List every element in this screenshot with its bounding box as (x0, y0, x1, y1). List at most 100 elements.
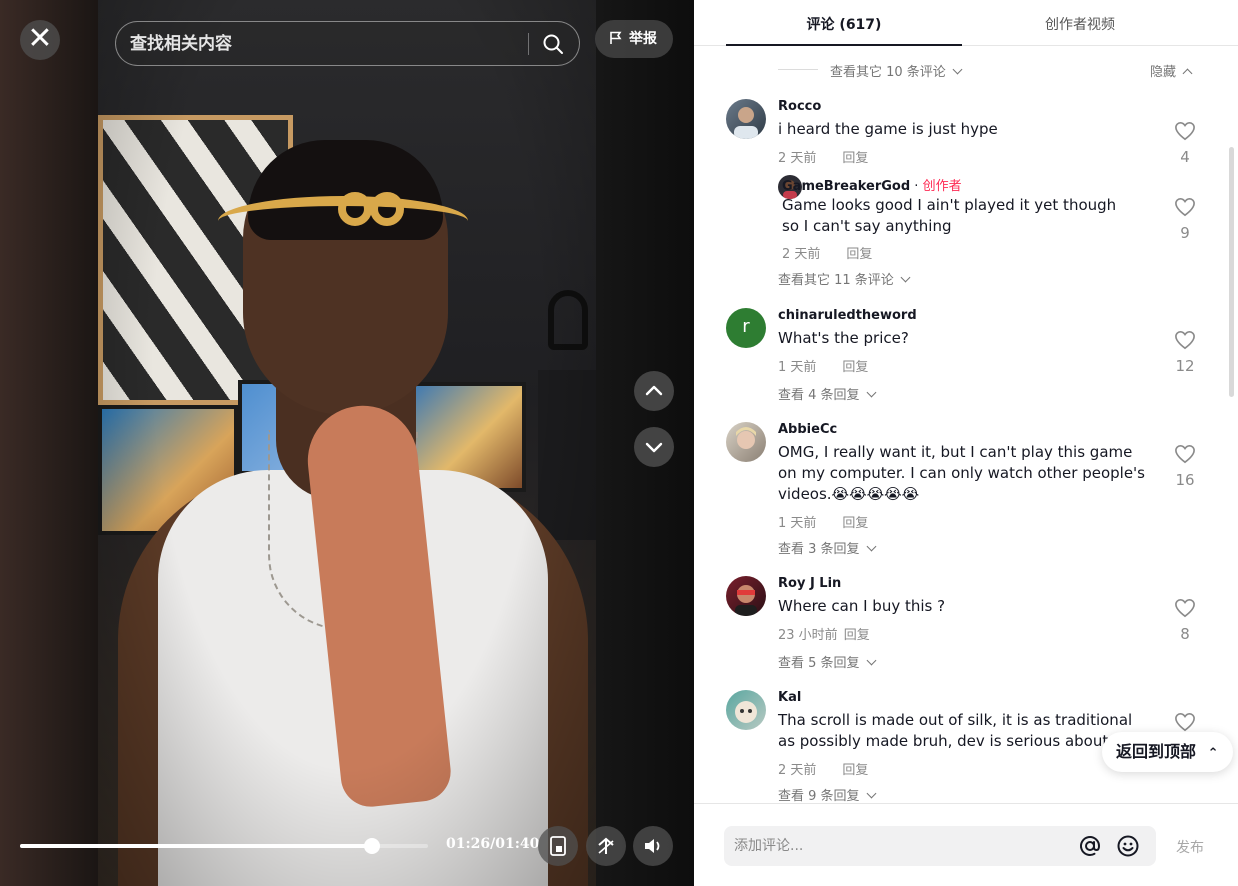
reply-time: 2 天前 (782, 247, 821, 262)
heart-icon (1175, 444, 1195, 464)
reply-button[interactable]: 回复 (846, 247, 872, 262)
comment-username[interactable]: Kal (778, 690, 801, 705)
close-button[interactable]: ✕ (20, 20, 60, 60)
view-replies-link[interactable]: 查看 3 条回复 (778, 538, 876, 557)
chevron-down-icon (866, 541, 876, 552)
creator-badge: 创作者 (922, 179, 962, 194)
like-count: 8 (1180, 625, 1190, 643)
comment-text: Tha scroll is made out of silk, it is as… (778, 711, 1141, 750)
comment-text: What's the price? (778, 329, 909, 347)
avatar[interactable] (726, 422, 766, 462)
volume-icon (645, 839, 660, 853)
comment-username[interactable]: AbbieCc (778, 422, 837, 437)
like-button[interactable]: 8 (1170, 598, 1200, 643)
previous-video-button[interactable] (634, 371, 674, 411)
tab-bar: 评论 (617) 创作者视频 (694, 0, 1238, 46)
chevron-down-icon (866, 655, 876, 666)
autoscroll-button[interactable] (586, 826, 626, 866)
reply-username[interactable]: GameBreakerGod · 创作者 (782, 175, 962, 194)
comment-time: 2 天前 (778, 151, 817, 166)
comment-time: 2 天前 (778, 763, 817, 778)
at-icon[interactable] (1078, 834, 1102, 858)
comment-input[interactable] (734, 826, 1064, 866)
view-replies-link[interactable]: 查看 4 条回复 (778, 384, 876, 403)
heart-icon (1175, 598, 1195, 618)
post-button[interactable]: 发布 (1176, 837, 1204, 857)
chevron-down-icon (952, 64, 963, 75)
like-count: 4 (1180, 148, 1190, 166)
comment-username[interactable]: Rocco (778, 99, 821, 114)
reply-button[interactable]: 回复 (842, 151, 868, 166)
hide-replies-link[interactable]: 隐藏 (1150, 61, 1193, 80)
comment-meta: 23 小时前 回复 (778, 624, 870, 643)
reply-text: Game looks good I ain't played it yet th… (782, 196, 1117, 235)
tab-comments[interactable]: 评论 (617) (726, 0, 962, 46)
heart-icon (1175, 712, 1195, 732)
like-button[interactable]: 4 (1170, 121, 1200, 166)
view-more-label: 查看其它 10 条评论 (830, 65, 946, 80)
comment-meta: 2 天前 回复 (778, 147, 868, 166)
comment-text: Where can I buy this ? (778, 597, 946, 615)
like-count: 9 (1180, 224, 1190, 242)
comment-time: 1 天前 (778, 516, 817, 531)
like-button[interactable]: 9 (1170, 197, 1200, 242)
chevron-up-icon (1182, 68, 1193, 79)
comment-input-box[interactable] (724, 826, 1156, 866)
miniplayer-button[interactable] (538, 826, 578, 866)
flag-icon (610, 31, 622, 44)
close-icon: ✕ (27, 21, 53, 56)
video-player[interactable]: ✕ 举报 01:26/01:40 (0, 0, 694, 886)
report-button[interactable]: 举报 (595, 20, 673, 58)
comments-list[interactable]: 查看其它 10 条评论 隐藏 Rocco i heard the game is… (694, 47, 1238, 803)
heart-icon (1175, 197, 1195, 217)
heart-icon (1175, 121, 1195, 141)
avatar[interactable]: r (726, 308, 766, 348)
avatar[interactable] (726, 690, 766, 730)
volume-button[interactable] (633, 826, 673, 866)
avatar[interactable] (726, 99, 766, 139)
reply-username-text: GameBreakerGod (782, 179, 911, 194)
reply-button[interactable]: 回复 (842, 360, 868, 375)
comment-username[interactable]: Roy J Lin (778, 576, 841, 591)
avatar[interactable] (726, 576, 766, 616)
heart-icon (1175, 330, 1195, 350)
comment-text: i heard the game is just hype (778, 120, 998, 138)
chevron-down-icon (645, 442, 663, 453)
view-more-label: 查看其它 11 条评论 (778, 273, 894, 288)
comment-composer: 发布 (694, 803, 1238, 886)
search-box[interactable] (115, 21, 580, 66)
video-frame[interactable] (98, 0, 596, 886)
chevron-down-icon (900, 272, 911, 283)
search-input[interactable] (130, 22, 520, 65)
like-button[interactable]: 12 (1170, 330, 1200, 375)
comment-text: OMG, I really want it, but I can't play … (778, 443, 1145, 503)
chevron-up-icon (645, 385, 663, 396)
view-replies-label: 查看 5 条回复 (778, 656, 860, 671)
comment-username[interactable]: chinaruledtheword (778, 308, 917, 323)
chevron-down-icon (866, 387, 876, 398)
tab-creator-videos[interactable]: 创作者视频 (962, 0, 1198, 46)
view-replies-link[interactable]: 查看 9 条回复 (778, 785, 876, 803)
view-more-replies-link[interactable]: 查看其它 11 条评论 (778, 269, 911, 288)
reply-meta: 2 天前 回复 (782, 243, 872, 262)
reply-button[interactable]: 回复 (844, 628, 870, 643)
progress-bar[interactable] (20, 838, 428, 854)
reply-button[interactable]: 回复 (842, 763, 868, 778)
progress-fill (20, 844, 373, 848)
autoscroll-icon (598, 837, 614, 854)
reply-button[interactable]: 回复 (842, 516, 868, 531)
progress-scrubber[interactable] (364, 838, 381, 854)
view-replies-link[interactable]: 查看 5 条回复 (778, 652, 876, 671)
like-button[interactable]: 16 (1170, 444, 1200, 489)
time-readout: 01:26/01:40 (446, 836, 540, 852)
thread-divider (778, 69, 818, 70)
search-icon[interactable] (541, 32, 565, 56)
emoji-icon[interactable] (1116, 834, 1140, 858)
comment-time: 23 小时前 (778, 628, 838, 643)
next-video-button[interactable] (634, 427, 674, 467)
view-replies-label: 查看 9 条回复 (778, 789, 860, 803)
back-to-top-label: 返回到顶部 (1116, 742, 1197, 761)
view-more-replies-link[interactable]: 查看其它 10 条评论 (830, 61, 963, 80)
scrollbar[interactable] (1229, 147, 1234, 397)
back-to-top-button[interactable]: 返回到顶部 ⌃ (1102, 732, 1233, 772)
